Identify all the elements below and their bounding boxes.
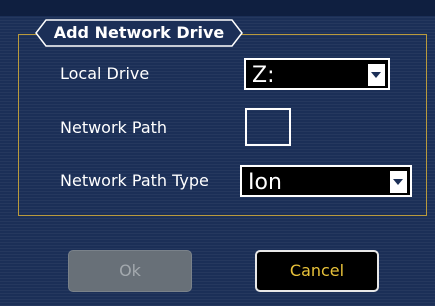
ok-button[interactable]: Ok	[68, 250, 192, 292]
add-network-drive-dialog: Add Network Drive Local Drive Z: Network…	[0, 0, 435, 306]
local-drive-value: Z:	[252, 63, 275, 88]
top-band	[0, 0, 435, 16]
local-drive-select[interactable]: Z:	[244, 58, 390, 90]
chevron-down-icon[interactable]	[368, 64, 385, 86]
network-path-type-select[interactable]: Ion	[240, 165, 412, 197]
group-title-tab: Add Network Drive	[34, 18, 244, 48]
network-path-label: Network Path	[60, 118, 168, 137]
local-drive-label: Local Drive	[60, 64, 150, 83]
network-path-type-label: Network Path Type	[60, 171, 209, 190]
network-path-type-value: Ion	[248, 170, 282, 195]
dialog-title: Add Network Drive	[53, 23, 225, 42]
chevron-down-icon[interactable]	[390, 171, 407, 193]
cancel-button[interactable]: Cancel	[255, 250, 379, 292]
network-path-input[interactable]	[245, 108, 291, 146]
